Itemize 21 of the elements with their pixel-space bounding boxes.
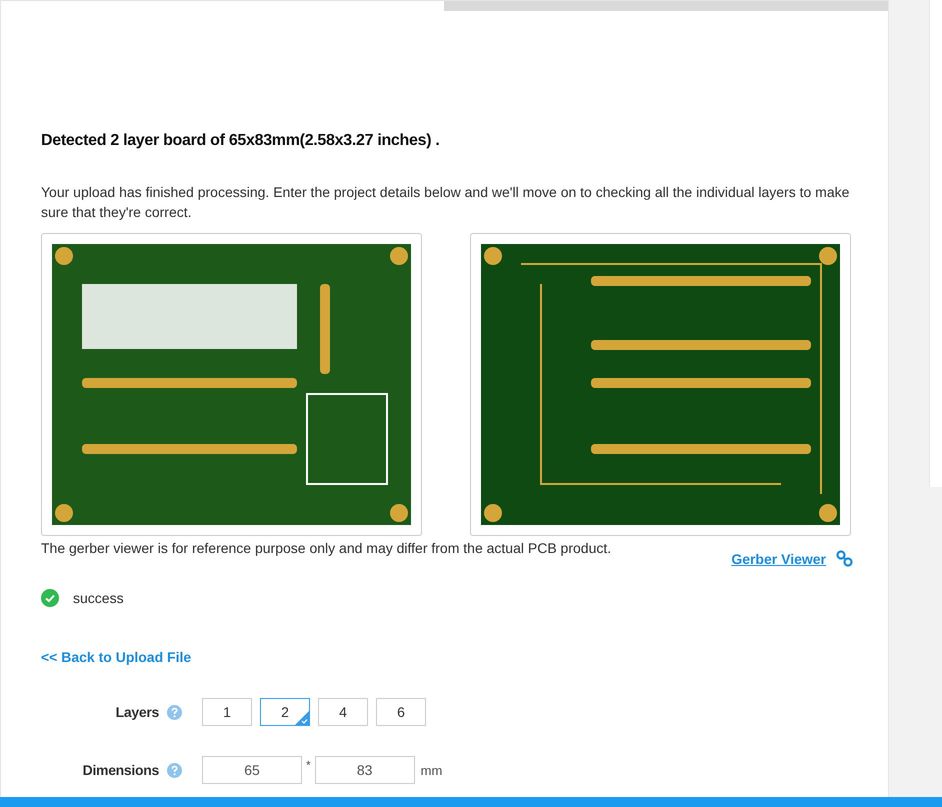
layer-option[interactable]: 4 [318,698,368,726]
intro-text: Your upload has finished processing. Enter the project details below and we'll move on to checking all the individual layers to make sure that they're correct. [41,183,850,222]
help-icon[interactable] [167,762,182,778]
width-field[interactable]: 65 [202,756,302,784]
field-label: Layers [114,704,159,720]
scrollbar[interactable] [929,0,942,487]
back-link[interactable]: << Back to Upload File [41,649,192,665]
board-summary: Detected 2 layer board of 65x83mm(2.58x3.27 inches) . [41,132,441,150]
layer-option[interactable]: 1 [202,698,252,726]
height-field[interactable]: 83 [314,756,415,784]
unit-label: mm [420,762,442,778]
gerber-viewer-link[interactable]: Gerber Viewer [731,550,826,566]
help-icon[interactable] [167,704,182,720]
status-text: success [73,590,124,606]
link-icon[interactable] [836,550,853,567]
layer-option[interactable]: 2 [260,698,310,726]
check-corner-icon [295,711,309,725]
viewer-note: The gerber viewer is for reference purpose only and may differ from the actual PCB product. [41,540,612,556]
layer-option[interactable]: 6 [376,698,426,726]
field-label: Dimensions [82,762,159,778]
times-sign: * [306,758,311,772]
